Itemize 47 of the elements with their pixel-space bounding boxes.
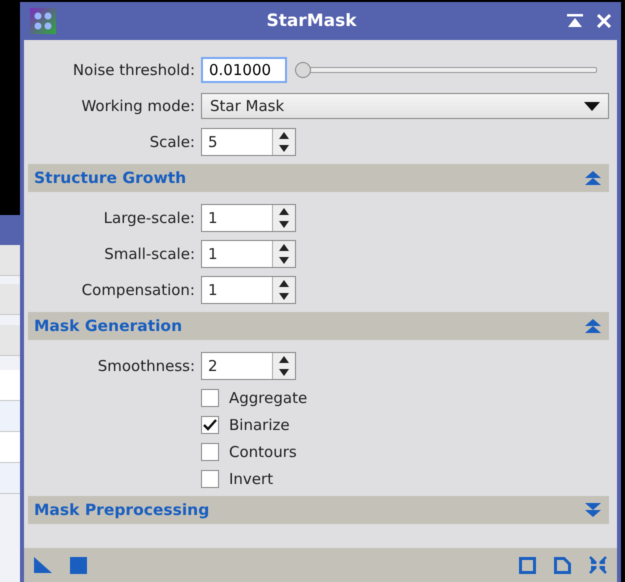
checkbox-label[interactable]: Aggregate — [229, 388, 308, 406]
dropdown-arrow-icon — [584, 102, 600, 110]
shrink-icon[interactable] — [589, 556, 607, 574]
up-arrow-icon[interactable] — [279, 132, 289, 139]
checkbox[interactable] — [201, 416, 219, 434]
checkbox-label[interactable]: Invert — [229, 470, 274, 488]
up-arrow-icon[interactable] — [279, 208, 289, 215]
dropdown[interactable]: Star Mask — [201, 93, 609, 119]
field-label: Large-scale: — [102, 209, 196, 227]
app-icon — [30, 8, 56, 34]
collapse-icon — [585, 319, 601, 333]
field-label: Scale: — [148, 133, 196, 151]
square-outline-icon[interactable] — [519, 556, 536, 574]
square-icon[interactable] — [70, 556, 87, 574]
collapse-icon — [585, 171, 601, 185]
spin-box[interactable]: 5 — [201, 128, 296, 156]
down-arrow-icon[interactable] — [279, 221, 289, 228]
expand-icon — [585, 503, 601, 517]
slider-track[interactable] — [295, 62, 599, 78]
up-arrow-icon[interactable] — [279, 244, 289, 251]
down-arrow-icon[interactable] — [279, 257, 289, 264]
number-field[interactable]: 0.01000 — [201, 57, 287, 83]
down-arrow-icon[interactable] — [279, 145, 289, 152]
triangle-icon[interactable] — [34, 557, 52, 573]
field-label: Noise threshold: — [72, 61, 196, 79]
up-arrow-icon[interactable] — [279, 280, 289, 287]
slider-thumb[interactable] — [295, 62, 311, 78]
window-title: StarMask — [265, 11, 358, 31]
checkbox-label[interactable]: Binarize — [229, 416, 290, 434]
checkbox-label[interactable]: Contours — [229, 442, 297, 460]
spin-box[interactable]: 1 — [201, 204, 296, 232]
checkbox[interactable] — [201, 388, 219, 406]
spin-box[interactable]: 2 — [201, 352, 296, 380]
down-arrow-icon[interactable] — [279, 369, 289, 376]
field-label: Small-scale: — [103, 245, 196, 263]
field-label: Working mode: — [80, 97, 196, 115]
close-icon[interactable] — [597, 14, 611, 28]
field-label: Smoothness: — [96, 357, 196, 375]
document-icon[interactable] — [554, 556, 571, 574]
field-label: Compensation: — [80, 281, 196, 299]
down-arrow-icon[interactable] — [279, 293, 289, 300]
shade-icon[interactable] — [567, 14, 583, 28]
up-arrow-icon[interactable] — [279, 356, 289, 363]
spin-box[interactable]: 1 — [201, 240, 296, 268]
checkbox[interactable] — [201, 442, 219, 460]
spin-box[interactable]: 1 — [201, 276, 296, 304]
checkbox[interactable] — [201, 470, 219, 488]
